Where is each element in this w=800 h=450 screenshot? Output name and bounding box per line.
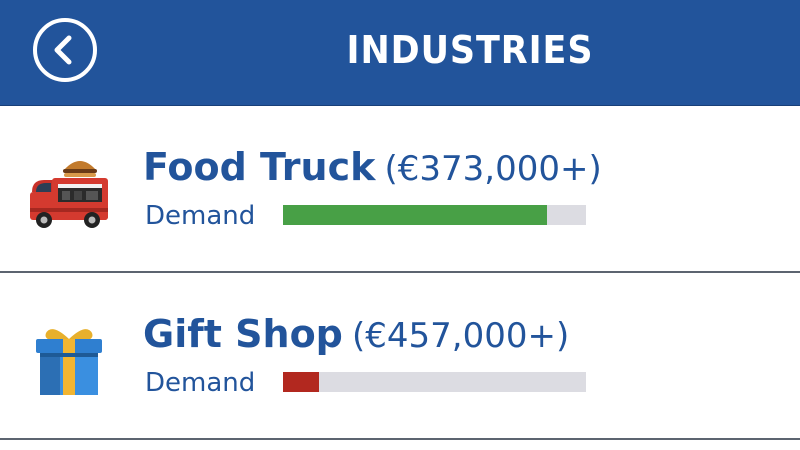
industry-price: (€373,000+) (384, 149, 602, 189)
demand-bar (283, 205, 586, 225)
back-button[interactable] (33, 18, 97, 82)
industries-list: Food Truck (€373,000+) Demand Gift Shop … (0, 106, 800, 440)
food-truck-icon (26, 150, 112, 236)
industry-row-gift-shop[interactable]: Gift Shop (€457,000+) Demand (0, 273, 800, 440)
industry-name: Gift Shop (143, 312, 343, 356)
page-title: INDUSTRIES (346, 28, 594, 72)
demand-label: Demand (145, 201, 256, 231)
chevron-left-icon (54, 35, 72, 65)
industry-price: (€457,000+) (351, 316, 570, 356)
industry-name: Food Truck (143, 145, 376, 189)
demand-label: Demand (145, 368, 256, 398)
demand-fill (283, 372, 319, 392)
gift-box-icon (26, 317, 112, 403)
industry-title: Food Truck (€373,000+) (143, 148, 602, 186)
industry-row-food-truck[interactable]: Food Truck (€373,000+) Demand (0, 106, 800, 273)
demand-fill (283, 205, 547, 225)
header-bar: INDUSTRIES (0, 0, 800, 106)
demand-bar (283, 372, 586, 392)
industry-title: Gift Shop (€457,000+) (143, 315, 569, 353)
